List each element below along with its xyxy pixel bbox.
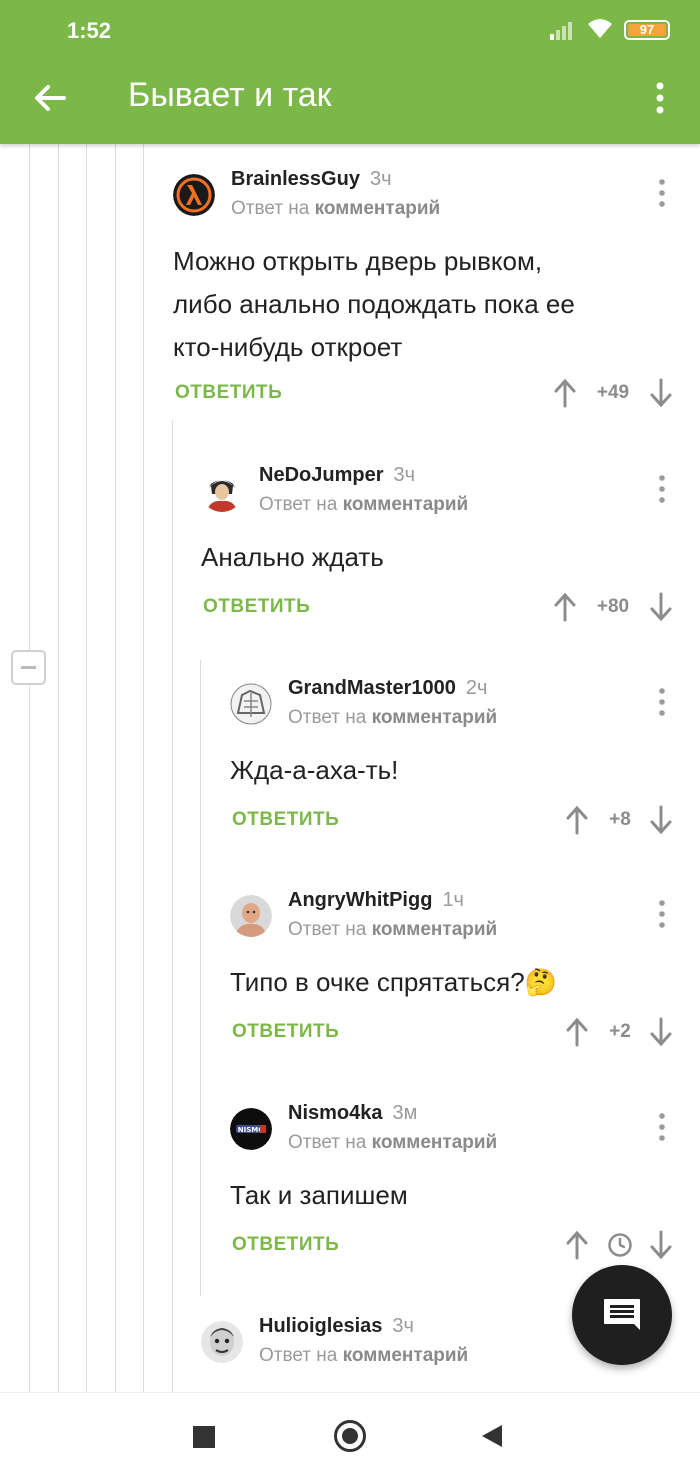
vote-score: +80 <box>596 596 630 617</box>
avatar[interactable] <box>173 174 215 216</box>
comment-text: Анально ждать <box>201 542 384 572</box>
reply-link[interactable]: комментарий <box>315 198 441 219</box>
comment-age: 3м <box>392 1102 418 1124</box>
reply-to: Ответ на комментарий <box>288 1132 498 1153</box>
arrow-down-icon[interactable] <box>650 1230 672 1260</box>
author-name[interactable]: GrandMaster1000 <box>288 677 456 699</box>
author-name[interactable]: NeDoJumper <box>259 464 383 486</box>
reply-to: Ответ на комментарий <box>259 494 469 515</box>
more-vertical-icon[interactable] <box>657 178 667 208</box>
avatar[interactable] <box>201 1321 243 1363</box>
square-icon[interactable] <box>193 1426 215 1448</box>
comment: NeDoJumper 3ч Ответ на комментарий Анальн… <box>201 440 700 640</box>
collapse-thread-button[interactable] <box>11 650 46 685</box>
reply-to: Ответ на комментарий <box>288 919 498 940</box>
reply-link[interactable]: комментарий <box>343 494 469 515</box>
reply-link[interactable]: комментарий <box>372 707 498 728</box>
avatar[interactable]: NISMO <box>230 1108 272 1150</box>
vote-score: +8 <box>609 809 631 830</box>
more-vertical-icon[interactable] <box>657 687 667 717</box>
vote-score: +49 <box>596 382 630 403</box>
thread-line <box>200 660 201 1296</box>
triangle-back-icon[interactable] <box>482 1425 502 1447</box>
thread-line <box>29 144 30 1392</box>
thread-line <box>86 144 87 1392</box>
status-time: 1:52 <box>67 18 112 43</box>
arrow-left-icon[interactable] <box>30 78 70 118</box>
status-bar: 1:52 97 <box>0 0 700 60</box>
reply-button[interactable]: ОТВЕТИТЬ <box>203 596 310 618</box>
reply-link[interactable]: комментарий <box>343 1345 469 1366</box>
comment-thread: BrainlessGuy 3ч Ответ на комментарий Можн… <box>0 144 700 1392</box>
reply-button[interactable]: ОТВЕТИТЬ <box>232 1234 339 1256</box>
comment: GrandMaster1000 2ч Ответ на комментарий Ж… <box>230 653 700 853</box>
comment-age: 2ч <box>465 677 488 699</box>
reply-link[interactable]: комментарий <box>372 1132 498 1153</box>
avatar[interactable] <box>201 470 243 512</box>
battery-level: 97 <box>639 22 655 37</box>
clock-icon <box>608 1233 632 1257</box>
more-vertical-icon[interactable] <box>657 474 667 504</box>
arrow-down-icon[interactable] <box>650 805 672 835</box>
app-bar: Бывает и так <box>0 60 700 144</box>
thread-line <box>58 144 59 1392</box>
arrow-down-icon[interactable] <box>650 378 672 408</box>
more-vertical-icon[interactable] <box>657 1112 667 1142</box>
arrow-up-icon[interactable] <box>566 1230 588 1260</box>
reply-to: Ответ на комментарий <box>288 707 498 728</box>
comment: NISMO Nismo4ka 3м Ответ на комментарий Та… <box>230 1078 700 1278</box>
comment-age: 1ч <box>442 889 464 911</box>
comment-text: Жда-а-аха-ть! <box>230 755 399 785</box>
comment-age: 3ч <box>392 1315 414 1337</box>
arrow-up-icon[interactable] <box>554 378 576 408</box>
arrow-down-icon[interactable] <box>650 1017 672 1047</box>
reply-button[interactable]: ОТВЕТИТЬ <box>232 809 339 831</box>
author-name[interactable]: Nismo4ka <box>288 1102 383 1124</box>
arrow-up-icon[interactable] <box>566 805 588 835</box>
wifi-icon <box>588 19 612 38</box>
reply-to: Ответ на комментарий <box>231 198 441 219</box>
comment: BrainlessGuy 3ч Ответ на комментарий Можн… <box>173 144 700 420</box>
comment-age: 3ч <box>369 168 392 190</box>
arrow-up-icon[interactable] <box>566 1017 588 1047</box>
more-vertical-icon[interactable] <box>650 78 670 118</box>
vote-score: +2 <box>609 1021 631 1042</box>
reply-to: Ответ на комментарий <box>259 1345 469 1366</box>
arrow-down-icon[interactable] <box>650 592 672 622</box>
comment-age: 3ч <box>393 464 416 486</box>
reply-link[interactable]: комментарий <box>372 919 498 940</box>
arrow-up-icon[interactable] <box>554 592 576 622</box>
comment-icon <box>604 1299 640 1330</box>
comment-text: Так и запишем <box>230 1180 408 1210</box>
circle-icon[interactable] <box>334 1420 366 1452</box>
more-vertical-icon[interactable] <box>657 899 667 929</box>
page-title: Бывает и так <box>128 76 332 114</box>
comment: AngryWhitPigg 1ч Ответ на комментарий Тип… <box>230 865 700 1065</box>
thread-line <box>143 144 144 1392</box>
author-name[interactable]: Hulioiglesias <box>259 1315 382 1337</box>
comment-text: Можно открыть дверь рывком, либо анально… <box>173 246 575 362</box>
comment-fab[interactable] <box>572 1265 672 1365</box>
author-name[interactable]: BrainlessGuy <box>231 168 360 190</box>
comment-text: Типо в очке спрятаться?🤔 <box>230 967 558 997</box>
author-name[interactable]: AngryWhitPigg <box>288 889 432 911</box>
system-nav-bar <box>0 1392 700 1477</box>
battery-icon: 97 <box>624 20 670 40</box>
thread-line <box>172 420 173 1392</box>
avatar[interactable] <box>230 683 272 725</box>
avatar[interactable] <box>230 895 272 937</box>
reply-button[interactable]: ОТВЕТИТЬ <box>175 382 282 404</box>
thread-line <box>115 144 116 1392</box>
reply-button[interactable]: ОТВЕТИТЬ <box>232 1021 339 1043</box>
signal-icon <box>550 22 572 40</box>
